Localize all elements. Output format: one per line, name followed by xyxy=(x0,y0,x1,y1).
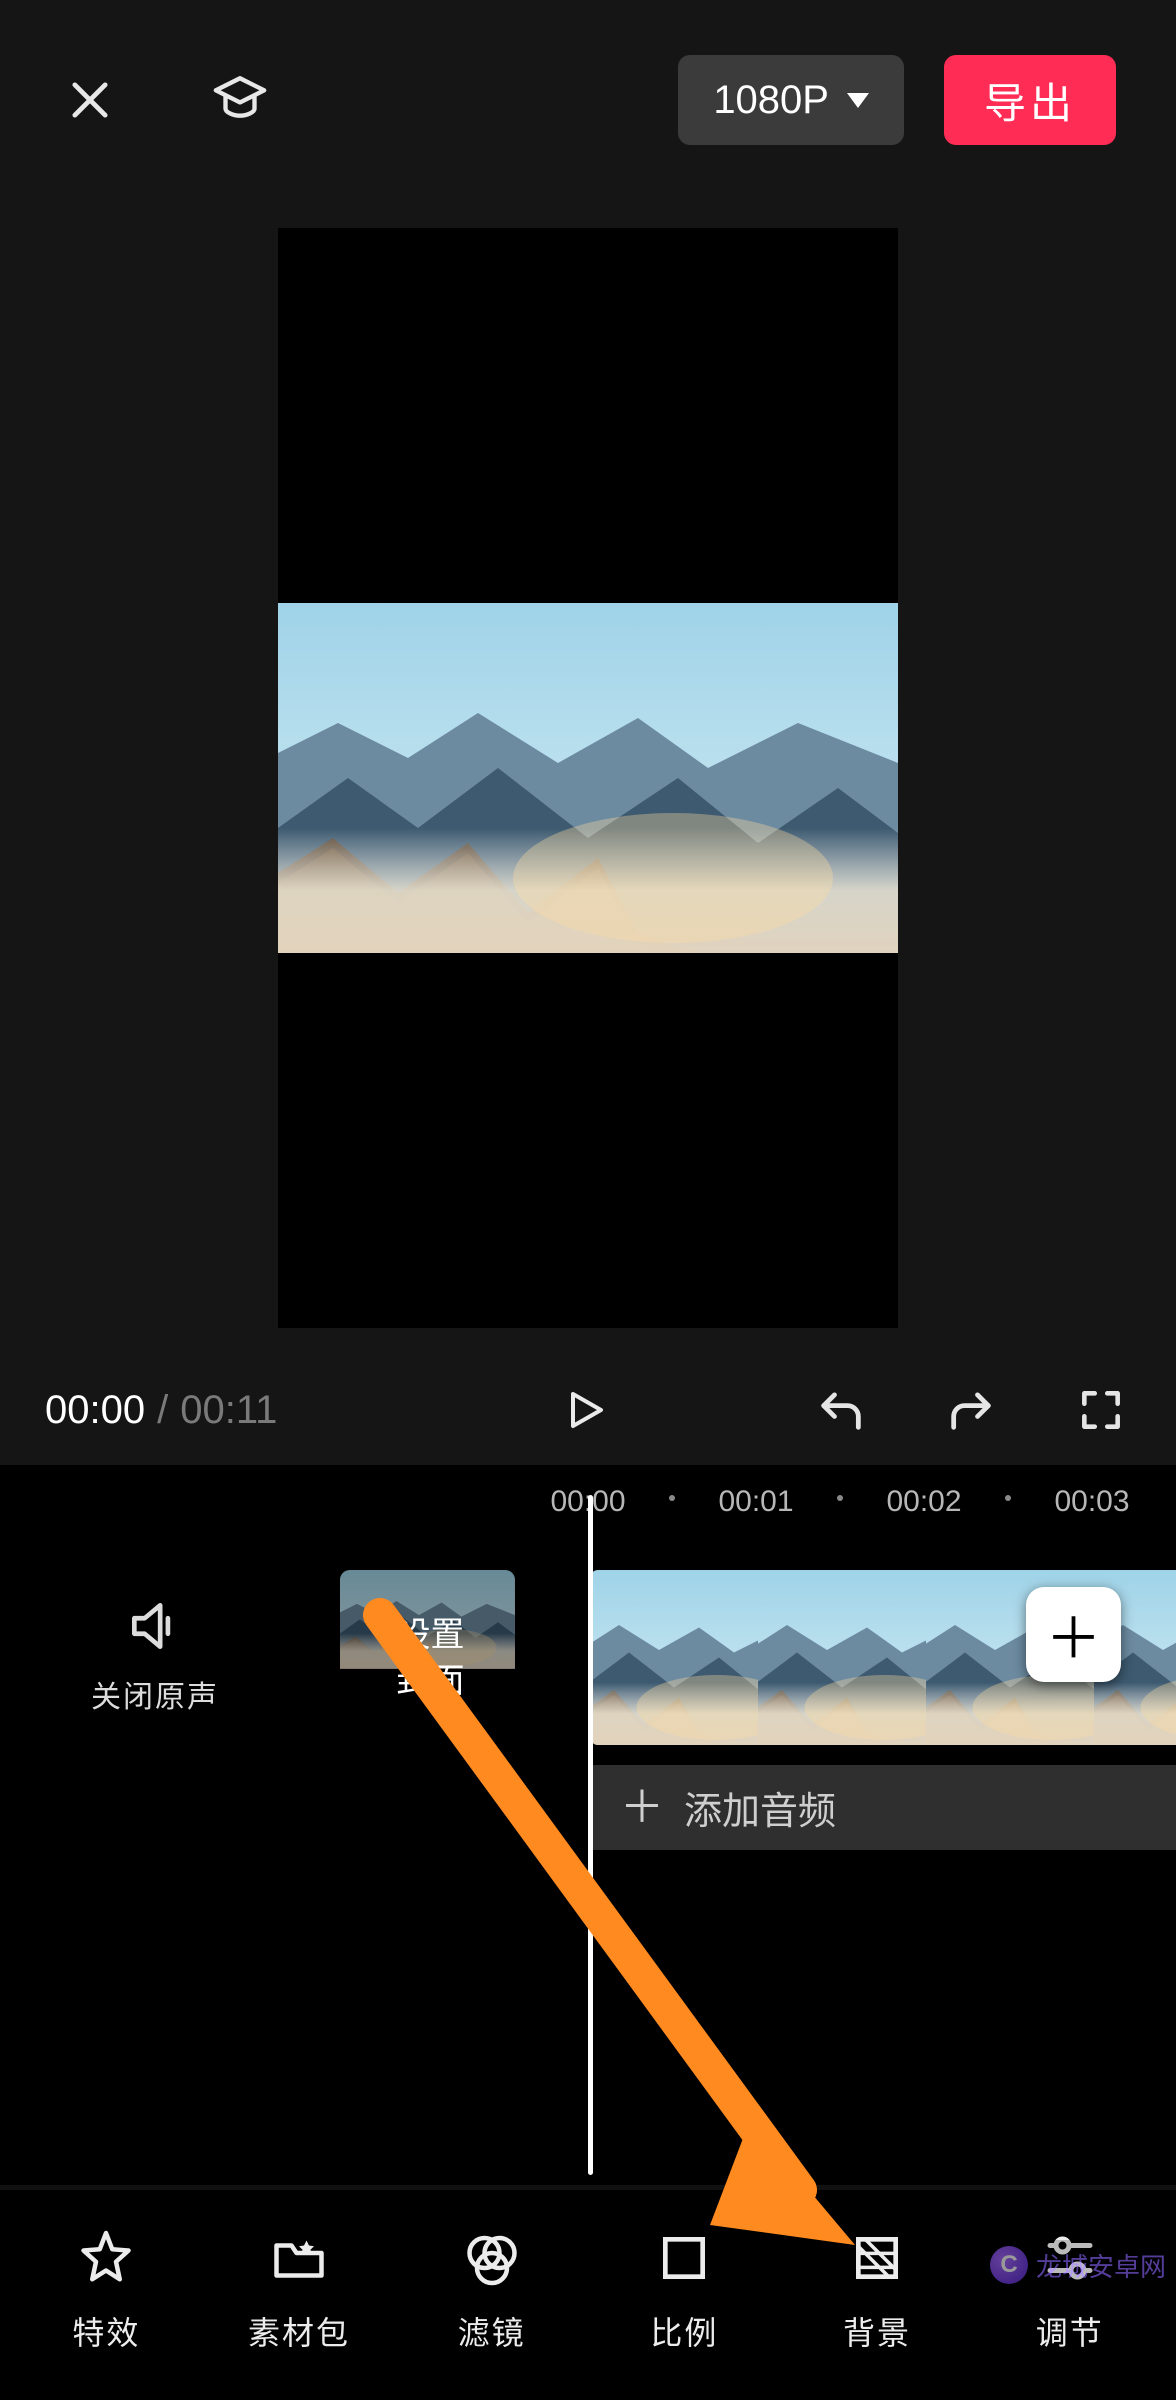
watermark-logo-icon: C xyxy=(990,2246,1028,2284)
watermark-text: 龙城安卓网 xyxy=(1036,2247,1166,2284)
play-icon xyxy=(559,1386,607,1434)
playhead[interactable] xyxy=(588,1495,593,2175)
tool-ratio[interactable]: 比例 xyxy=(588,2226,781,2354)
packs-icon xyxy=(267,2226,331,2290)
play-button[interactable] xyxy=(548,1375,618,1445)
ruler-tick: 00:02 xyxy=(886,1485,961,1519)
top-header: 1080P 导出 xyxy=(0,0,1176,200)
close-icon xyxy=(64,74,116,126)
clip-thumb xyxy=(758,1570,926,1745)
playback-bar: 00:00 / 00:11 xyxy=(0,1355,1176,1465)
tool-background[interactable]: 背景 xyxy=(781,2226,974,2354)
resolution-dropdown[interactable]: 1080P xyxy=(678,55,904,145)
graduation-cap-icon xyxy=(211,71,269,129)
mute-original-audio[interactable]: 关闭原声 xyxy=(0,1595,310,1716)
plus-icon: ＋ xyxy=(1046,1594,1102,1675)
tool-label: 调节 xyxy=(1036,2308,1104,2354)
filter-icon xyxy=(460,2226,524,2290)
close-button[interactable] xyxy=(60,70,120,130)
clip-thumb xyxy=(590,1570,758,1745)
ruler-dot xyxy=(669,1495,675,1501)
ruler-tick: 00:03 xyxy=(1054,1485,1129,1519)
export-label: 导出 xyxy=(984,70,1076,131)
mute-label: 关闭原声 xyxy=(91,1672,219,1716)
time-separator: / xyxy=(157,1388,168,1433)
tool-label: 素材包 xyxy=(248,2308,350,2354)
preview-area xyxy=(0,200,1176,1355)
current-time: 00:00 xyxy=(45,1388,145,1433)
watermark: C 龙城安卓网 xyxy=(984,2240,1176,2290)
ruler-dot xyxy=(1005,1495,1011,1501)
tool-label: 背景 xyxy=(843,2308,911,2354)
fullscreen-button[interactable] xyxy=(1071,1380,1131,1440)
export-button[interactable]: 导出 xyxy=(944,55,1116,145)
undo-icon xyxy=(815,1384,867,1436)
tool-label: 比例 xyxy=(650,2308,718,2354)
redo-icon xyxy=(945,1384,997,1436)
cover-label: 设置 封面 xyxy=(391,1612,465,1704)
tutorial-button[interactable] xyxy=(210,70,270,130)
bottom-toolbar: 特效 素材包 滤镜 比例 xyxy=(0,2190,1176,2400)
speaker-icon xyxy=(124,1595,186,1657)
resolution-label: 1080P xyxy=(713,78,829,123)
ratio-icon xyxy=(652,2226,716,2290)
time-display: 00:00 / 00:11 xyxy=(45,1388,277,1433)
redo-button[interactable] xyxy=(941,1380,1001,1440)
tool-effects[interactable]: 特效 xyxy=(10,2226,203,2354)
chevron-down-icon xyxy=(847,93,869,108)
add-clip-button[interactable]: ＋ xyxy=(1026,1587,1121,1682)
undo-button[interactable] xyxy=(811,1380,871,1440)
add-audio-label: 添加音频 xyxy=(684,1780,836,1835)
tool-label: 特效 xyxy=(72,2308,140,2354)
fullscreen-icon xyxy=(1076,1385,1126,1435)
tool-packs[interactable]: 素材包 xyxy=(203,2226,396,2354)
preview-canvas[interactable] xyxy=(278,228,898,1328)
tool-label: 滤镜 xyxy=(458,2308,526,2354)
playback-right-controls xyxy=(811,1380,1131,1440)
total-time: 00:11 xyxy=(180,1388,277,1433)
header-right-group: 1080P 导出 xyxy=(678,55,1116,145)
ruler-tick: 00:01 xyxy=(718,1485,793,1519)
preview-frame-image xyxy=(278,603,898,953)
tool-filter[interactable]: 滤镜 xyxy=(395,2226,588,2354)
header-left-group xyxy=(60,70,270,130)
add-audio-track[interactable]: ＋ 添加音频 xyxy=(590,1765,1176,1850)
ruler-dot xyxy=(837,1495,843,1501)
timeline[interactable]: 00:00 00:01 00:02 00:03 关闭原声 设置 封面 ＋ ＋ 添… xyxy=(0,1465,1176,2185)
set-cover-button[interactable]: 设置 封面 xyxy=(340,1570,515,1745)
effects-icon xyxy=(74,2226,138,2290)
background-icon xyxy=(845,2226,909,2290)
